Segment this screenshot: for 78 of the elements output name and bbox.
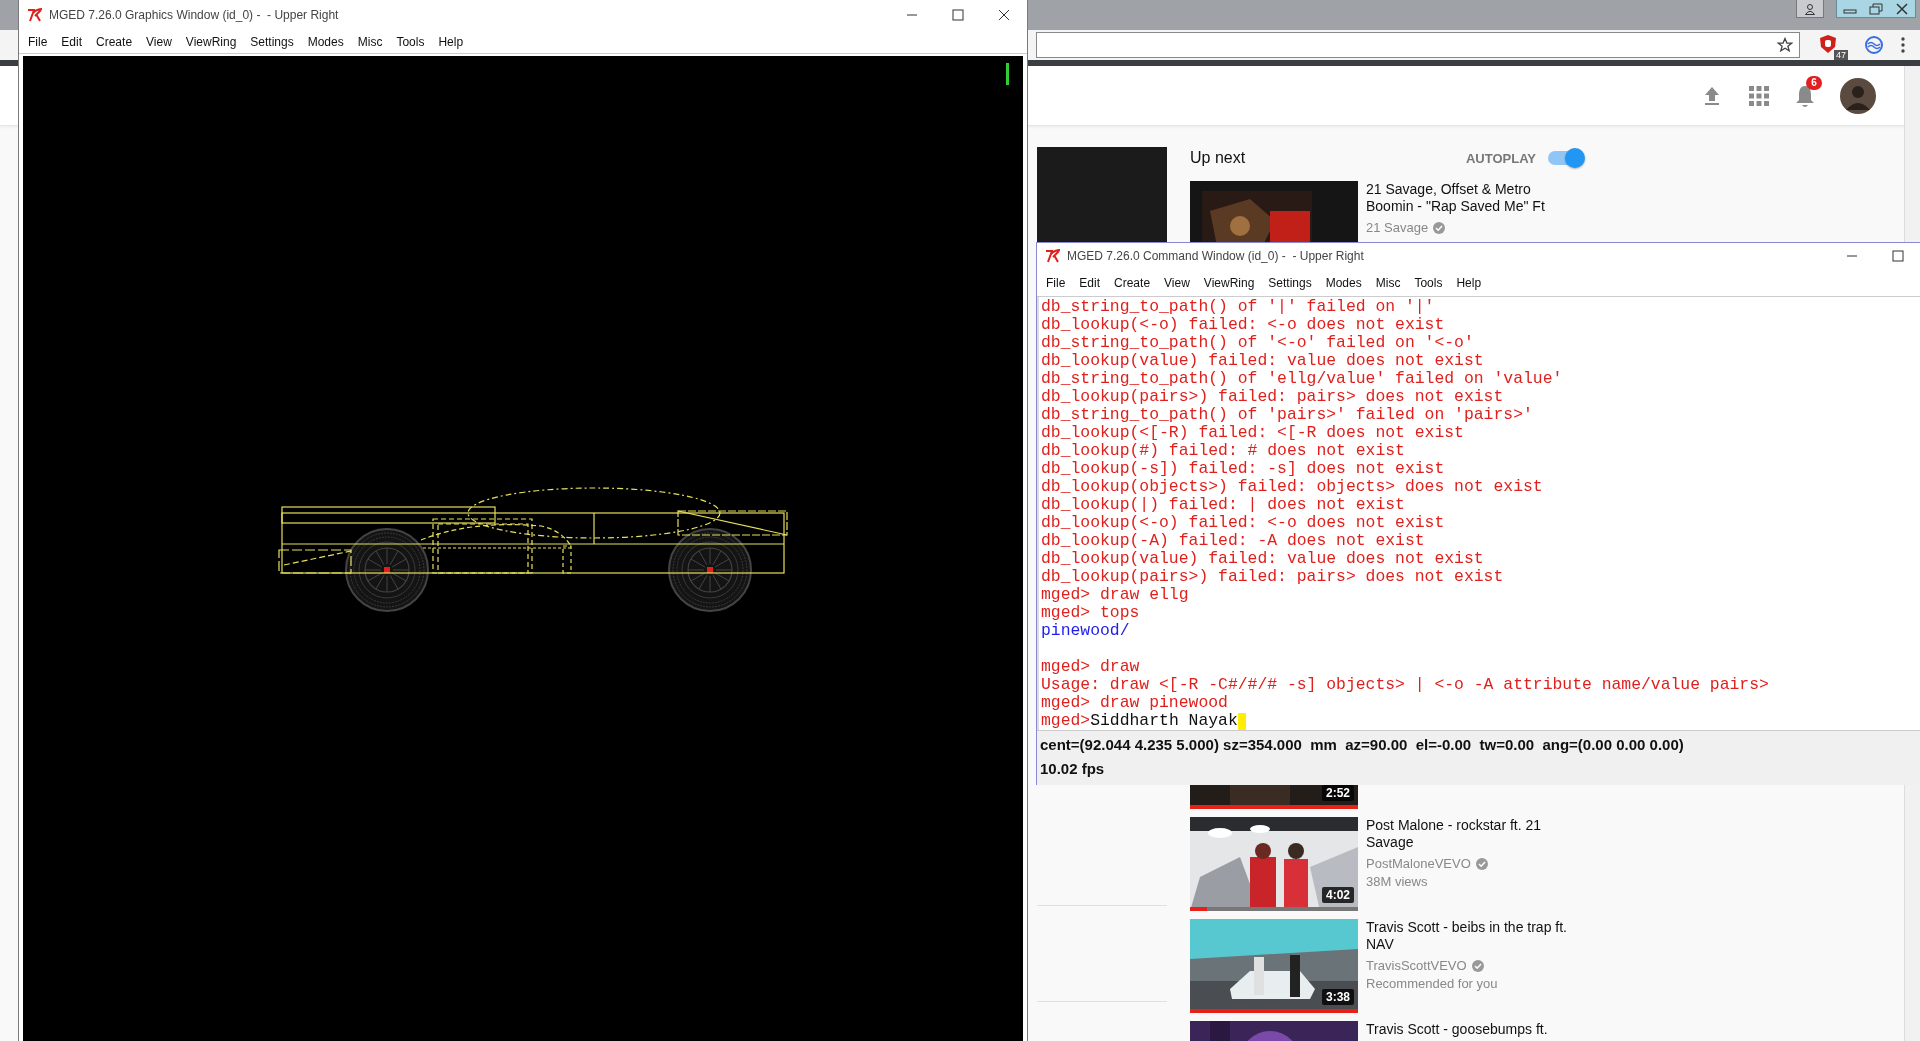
console-output: pinewood/: [1041, 622, 1131, 640]
console-command: mged> draw pinewood: [1041, 694, 1229, 712]
console-output: db_lookup(|) failed: | does not exist: [1041, 496, 1406, 514]
console-output: db_lookup(-s]) failed: -s] does not exist: [1041, 460, 1446, 478]
video-meta: 38M views: [1366, 873, 1429, 891]
menu-item[interactable]: View: [139, 34, 179, 49]
console-command: mged> tops: [1041, 604, 1141, 622]
video-duration: 4:02: [1321, 887, 1354, 903]
console-command: mged> draw: [1041, 658, 1141, 676]
app-icon: [27, 8, 43, 22]
console-output: db_lookup(<-o) failed: <-o does not exist: [1041, 316, 1446, 334]
menu-item[interactable]: File: [1039, 275, 1073, 290]
console-prompt: mged>: [1041, 712, 1091, 730]
menu-item[interactable]: Modes: [1318, 275, 1369, 290]
console-output: db_lookup(<[-R) failed: <[-R does not exist: [1041, 424, 1465, 442]
view-parameters: cent=(92.044 4.235 5.000) sz=354.000 mm az=90.00 el=-0.00 tw=0.00 ang=(0.00 0.00 0.00): [1040, 735, 1685, 755]
menu-item[interactable]: Settings: [1261, 275, 1319, 290]
video-title[interactable]: Post Malone - rockstar ft. 21 Savage: [1366, 817, 1576, 851]
console-output: db_string_to_path() of 'ellg/value' failed on 'value': [1041, 370, 1564, 388]
window-title: MGED 7.26.0 Command Window (id_0) - - Upper Right: [1067, 249, 1364, 263]
menu-item[interactable]: Tools: [1407, 275, 1450, 290]
window-title: MGED 7.26.0 Graphics Window (id_0) - - Upper Right: [49, 8, 339, 22]
menu-item[interactable]: Help: [431, 34, 471, 49]
apps-icon[interactable]: [1748, 84, 1770, 107]
console-output: db_lookup(objects>) failed: objects> does not exist: [1041, 478, 1544, 496]
video-duration: 2:52: [1321, 785, 1354, 801]
autoplay-toggle[interactable]: [1548, 151, 1582, 165]
address-field[interactable]: [1036, 32, 1800, 58]
console-output: db_lookup(value) failed: value does not exist: [1041, 550, 1485, 568]
menu-item[interactable]: Tools: [389, 34, 432, 49]
person-icon: [1804, 2, 1816, 15]
menu-item[interactable]: ViewRing: [178, 34, 244, 49]
console-command: mged> draw ellg: [1041, 586, 1190, 604]
video-duration: 3:38: [1321, 989, 1354, 1005]
menu-item[interactable]: Help: [1449, 275, 1489, 290]
star-icon[interactable]: [1777, 37, 1793, 53]
console-output: db_lookup(value) failed: value does not exist: [1041, 352, 1485, 370]
console-output: db_string_to_path() of '|' failed on '|': [1041, 298, 1436, 316]
console-output: db_lookup(-A) failed: -A does not exist: [1041, 532, 1426, 550]
menu-item[interactable]: File: [21, 34, 55, 49]
view-marker: [1006, 63, 1009, 85]
autoplay-label: AUTOPLAY: [1465, 150, 1536, 166]
wave-icon[interactable]: [1864, 35, 1884, 55]
console-output: db_string_to_path() of '<-o' failed on '<-o': [1041, 334, 1475, 352]
menu-item[interactable]: Edit: [54, 34, 90, 49]
console-output: db_lookup(pairs>) failed: pairs> does not exist: [1041, 388, 1505, 406]
menu-item[interactable]: Create: [89, 34, 140, 49]
video-title[interactable]: Travis Scott - goosebumps ft.: [1366, 1021, 1576, 1038]
hand-icon[interactable]: [1818, 34, 1838, 54]
menu-item[interactable]: Settings: [243, 34, 301, 49]
scrollbar-track[interactable]: [1904, 783, 1920, 1041]
menu-item[interactable]: Edit: [1072, 275, 1108, 290]
channel-name[interactable]: PostMaloneVEVO: [1366, 855, 1471, 872]
video-title[interactable]: 21 Savage, Offset & Metro Boomin - "Rap Saved Me" Ft: [1366, 181, 1576, 215]
video-meta: Recommended for you: [1366, 975, 1499, 993]
extension-badge: 47: [1834, 50, 1848, 60]
notification-badge: 6: [1806, 75, 1822, 90]
console-output: Usage: draw <[-R -C#/#/# -s] objects> | <-o -A attribute name/value pairs>: [1041, 676, 1770, 694]
console-output: db_lookup(#) failed: # does not exist: [1041, 442, 1406, 460]
app-icon: [1045, 249, 1061, 263]
menu-item[interactable]: ViewRing: [1196, 275, 1262, 290]
video-title[interactable]: Travis Scott - beibs in the trap ft. NAV: [1366, 919, 1576, 953]
console-output: db_lookup(<-o) failed: <-o does not exist: [1041, 514, 1446, 532]
menu-item[interactable]: View: [1157, 275, 1197, 290]
avatar[interactable]: [1840, 77, 1876, 114]
profile-button[interactable]: [1796, 0, 1824, 18]
command-input[interactable]: Siddharth Nayak: [1090, 712, 1238, 730]
text-cursor: [1237, 712, 1246, 730]
fps-readout: 10.02 fps: [1040, 759, 1106, 779]
console-output: db_string_to_path() of 'pairs>' failed on 'pairs>': [1041, 406, 1534, 424]
menu-item[interactable]: Modes: [300, 34, 351, 49]
menu-item[interactable]: Misc: [350, 34, 390, 49]
scrollbar[interactable]: [1904, 66, 1920, 242]
more-icon[interactable]: [1900, 36, 1906, 54]
console-output: db_lookup(pairs>) failed: pairs> does not exist: [1041, 568, 1505, 586]
up-next-heading: Up next: [1190, 149, 1246, 167]
menu-item[interactable]: Create: [1107, 275, 1158, 290]
menu-item[interactable]: Misc: [1368, 275, 1408, 290]
